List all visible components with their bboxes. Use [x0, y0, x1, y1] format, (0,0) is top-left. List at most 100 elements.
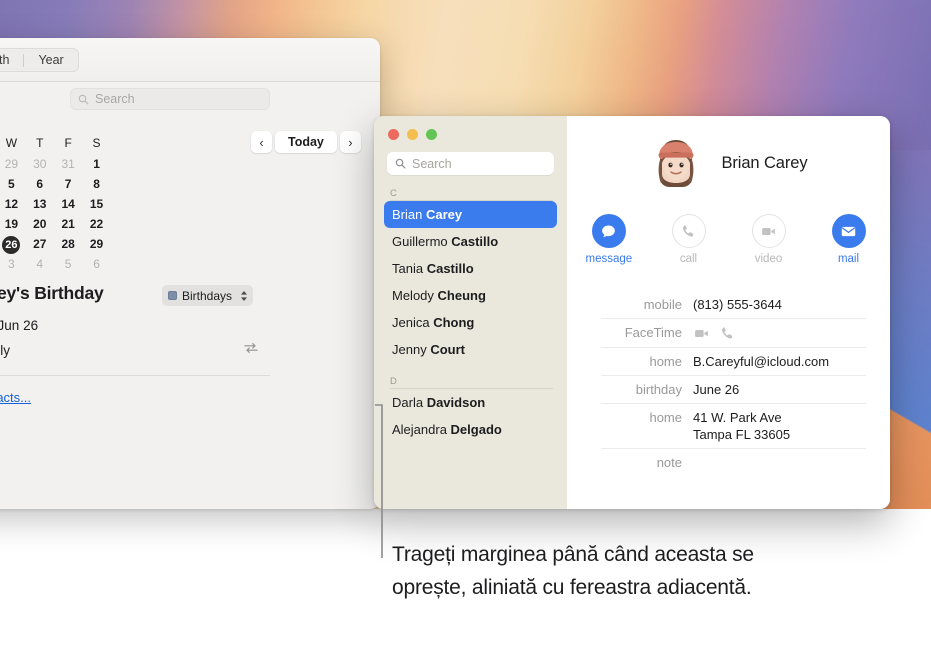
calendar-category-popup[interactable]: Birthdays	[162, 285, 254, 306]
contact-last-name: Chong	[433, 315, 475, 330]
calendar-day-cell[interactable]: 1	[82, 154, 110, 174]
segment-year[interactable]: Year	[24, 49, 77, 71]
field-value[interactable]	[693, 324, 736, 342]
field-label: note	[656, 455, 682, 470]
action-label: call	[679, 253, 698, 265]
calendar-day-cell[interactable]: 29	[82, 234, 110, 254]
action-call[interactable]: call	[666, 214, 712, 265]
list-item[interactable]: Guillermo Castillo	[384, 228, 557, 255]
calendar-search-input[interactable]: Search	[70, 88, 270, 110]
close-button[interactable]	[388, 129, 399, 140]
weekday-header: T	[36, 136, 44, 150]
event-date: Wednesday, Jun 26	[0, 318, 39, 333]
calendar-day-cell[interactable]: 22	[82, 214, 110, 234]
contact-first-name: Darla	[392, 395, 427, 410]
contact-first-name: Alejandra	[392, 422, 451, 437]
contact-last-name: Castillo	[451, 234, 499, 249]
segment-month[interactable]: th	[0, 49, 23, 71]
calendar-day-cell[interactable]: 29	[0, 154, 26, 174]
contact-action-buttons: message call video mail	[567, 214, 890, 265]
show-in-contacts-link[interactable]: Show in Contacts...	[0, 390, 31, 405]
calendar-day-cell[interactable]: 5	[0, 174, 26, 194]
event-title: Brian Carey's Birthday	[0, 283, 104, 303]
calendar-day-cell[interactable]: 13	[26, 194, 54, 214]
calendar-day-cell[interactable]: 6	[82, 254, 110, 274]
calendar-day-cell[interactable]: 27	[26, 234, 54, 254]
field-label: mobile	[643, 297, 682, 312]
contacts-search-placeholder: Search	[412, 156, 452, 171]
month-week-row: 30123456	[0, 254, 112, 274]
repeat-icon	[244, 343, 258, 353]
calendar-day-cell[interactable]: 8	[82, 174, 110, 194]
today-button[interactable]: Today	[275, 131, 337, 153]
calendar-day-cell[interactable]: 30	[26, 154, 54, 174]
month-week-row: 2627282930311	[0, 154, 112, 174]
contacts-list[interactable]: C Brian Carey Guillermo Castillo Tania Cast…	[374, 184, 567, 509]
chevron-up-down-icon	[241, 290, 248, 301]
maximize-button[interactable]	[426, 129, 437, 140]
field-value[interactable]: (813) 555-3644	[693, 296, 782, 313]
field-label: home	[649, 354, 682, 369]
list-item[interactable]: Jenica Chong	[384, 309, 557, 336]
action-message[interactable]: message	[586, 214, 632, 265]
action-icon-circle[interactable]	[751, 214, 786, 248]
search-icon	[395, 158, 406, 169]
calendar-day-cell[interactable]: 14	[54, 194, 82, 214]
action-icon-circle[interactable]	[591, 214, 626, 248]
event-repeat-text: Repeats yearly	[0, 343, 11, 358]
next-month-button[interactable]: ›	[339, 131, 361, 153]
list-item[interactable]: Jenny Court	[384, 336, 557, 363]
contacts-search-input[interactable]: Search	[387, 152, 554, 175]
contact-first-name: Brian	[392, 207, 426, 222]
field-value[interactable]: 41 W. Park Ave Tampa FL 33605	[693, 409, 790, 443]
contact-field-row: home B.Careyful@icloud.com	[601, 348, 866, 376]
callout-leader-line	[375, 404, 383, 558]
field-value[interactable]: June 26	[693, 381, 739, 398]
contact-last-name: Castillo	[426, 261, 474, 276]
month-week-row: 16171819202122	[0, 214, 112, 234]
weekday-header: W	[5, 136, 18, 150]
avatar[interactable]	[649, 134, 703, 192]
calendar-day-cell[interactable]: 31	[54, 154, 82, 174]
calendar-day-cell[interactable]: 28	[54, 234, 82, 254]
calendar-day-cell[interactable]: 21	[54, 214, 82, 234]
calendar-category-label: Birthdays	[182, 288, 233, 303]
month-day-rows: 2627282930311234567891011121314151617181…	[0, 154, 112, 274]
video-camera-icon	[762, 227, 775, 235]
field-value[interactable]: B.Careyful@icloud.com	[693, 353, 829, 370]
calendar-day-cell[interactable]: 20	[26, 214, 54, 234]
list-item[interactable]: Tania Castillo	[384, 255, 557, 282]
contact-field-row: home 41 W. Park Ave Tampa FL 33605	[601, 404, 866, 449]
weekday-header: S	[92, 136, 101, 150]
field-label: birthday	[635, 382, 682, 397]
calendar-day-cell[interactable]: 4	[26, 254, 54, 274]
previous-month-button[interactable]: ‹	[251, 131, 272, 153]
minimize-button[interactable]	[407, 129, 418, 140]
weekday-header: F	[64, 136, 72, 150]
calendar-day-cell[interactable]: 6	[26, 174, 54, 194]
calendar-day-cell[interactable]: 15	[82, 194, 110, 214]
phone-icon	[682, 224, 694, 237]
calendar-day-cell[interactable]: 7	[54, 174, 82, 194]
calendar-day-cell[interactable]: 26	[0, 234, 26, 254]
list-item[interactable]: Alejandra Delgado	[384, 416, 557, 443]
calendar-day-cell[interactable]: 3	[0, 254, 26, 274]
contact-fields: mobile (813) 555-3644 FaceTime home B.Careyf…	[601, 291, 866, 476]
calendar-color-swatch	[168, 291, 177, 300]
action-icon-circle[interactable]	[831, 214, 866, 248]
list-section-header: C	[374, 184, 567, 201]
list-item[interactable]: Brian Carey	[384, 201, 557, 228]
calendar-view-segmented-control[interactable]: th Year	[0, 48, 79, 72]
contact-name: Brian Carey	[721, 153, 808, 172]
action-icon-circle[interactable]	[671, 214, 706, 248]
action-label: video	[754, 253, 783, 265]
list-item[interactable]: Darla Davidson	[384, 389, 557, 416]
calendar-day-cell[interactable]: 19	[0, 214, 26, 234]
calendar-day-cell[interactable]: 12	[0, 194, 26, 214]
month-week-row: 9101112131415	[0, 194, 112, 214]
action-mail[interactable]: mail	[826, 214, 872, 265]
action-video[interactable]: video	[746, 214, 792, 265]
calendar-day-cell[interactable]: 5	[54, 254, 82, 274]
list-item[interactable]: Melody Cheung	[384, 282, 557, 309]
